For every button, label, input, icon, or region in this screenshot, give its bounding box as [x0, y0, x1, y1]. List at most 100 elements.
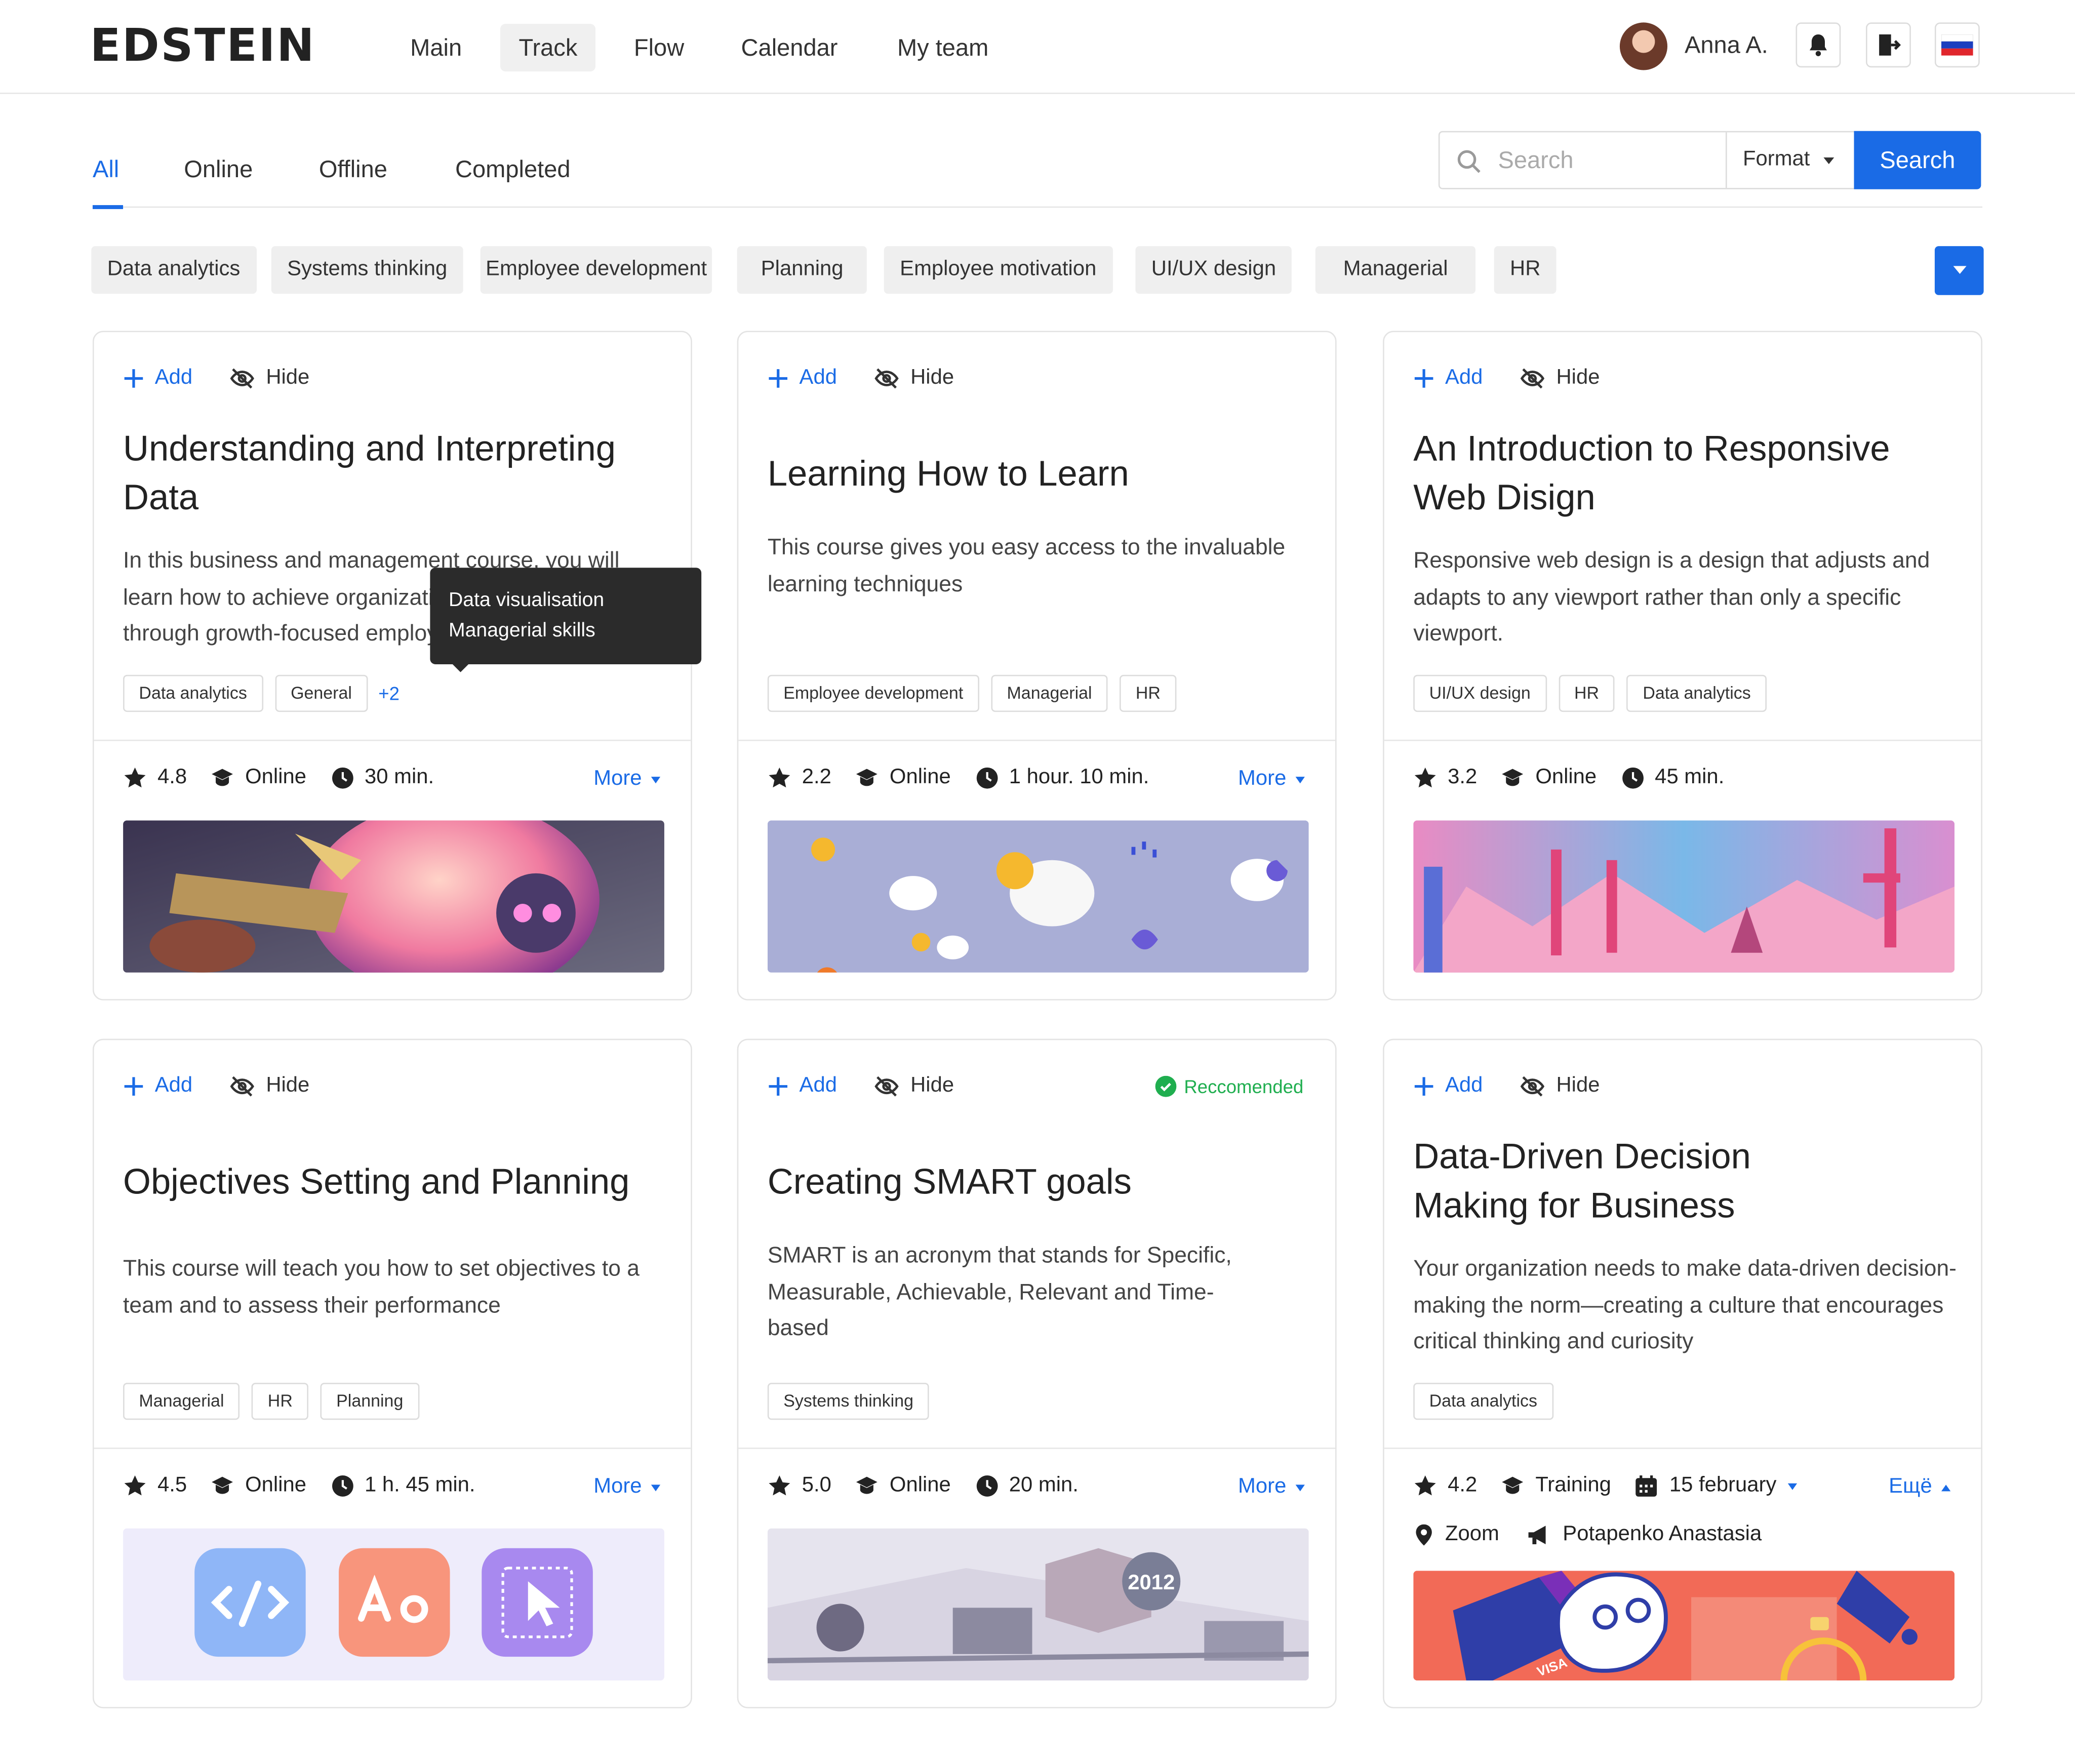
tabs-divider — [92, 206, 1983, 208]
search-button[interactable]: Search — [1854, 131, 1981, 189]
course-card[interactable]: Add Hide Understanding and Interpreting … — [92, 331, 692, 1000]
tag-list: Employee development Managerial HR — [767, 674, 1177, 712]
add-button[interactable]: Add — [123, 367, 192, 390]
course-card[interactable]: Add Hide Learning How to Learn This cour… — [737, 331, 1337, 1000]
course-description: This course gives you easy access to the… — [767, 534, 1286, 596]
card-divider — [738, 739, 1336, 741]
caret-down-icon — [1823, 157, 1834, 165]
course-title[interactable]: Data-Driven Decision Making for Business — [1413, 1133, 1850, 1230]
nav-main[interactable]: Main — [392, 24, 481, 71]
format-dropdown[interactable]: Format — [1726, 132, 1853, 188]
add-button[interactable]: Add — [768, 367, 837, 390]
hide-button[interactable]: Hide — [873, 367, 954, 390]
more-dropdown[interactable]: Ещё — [1889, 1475, 1952, 1499]
expand-filters-button[interactable] — [1934, 246, 1984, 295]
course-title[interactable]: Creating SMART goals — [768, 1158, 1310, 1207]
tooltip-line: Managerial skills — [448, 619, 595, 642]
format: Training — [1535, 1474, 1611, 1497]
tags-tooltip: Data visualisation Managerial skills — [430, 568, 702, 672]
format: Online — [889, 766, 951, 789]
filter-chip-hr[interactable]: HR — [1494, 246, 1557, 294]
more-tags-link[interactable]: +2 — [378, 683, 400, 704]
more-dropdown[interactable]: More — [1238, 1475, 1306, 1499]
location: Zoom — [1445, 1523, 1499, 1546]
add-button[interactable]: Add — [768, 1074, 837, 1098]
hide-button[interactable]: Hide — [1519, 367, 1600, 390]
star-icon — [769, 767, 790, 788]
nav-my-team[interactable]: My team — [879, 24, 1007, 71]
check-circle-icon — [1154, 1075, 1176, 1097]
plus-icon — [124, 369, 143, 388]
plus-icon — [124, 1077, 143, 1096]
more-dropdown[interactable]: More — [1238, 768, 1306, 791]
course-title[interactable]: Understanding and Interpreting Data — [123, 425, 666, 523]
tag-list: UI/UX design HR Data analytics — [1413, 674, 1767, 712]
plus-icon — [1414, 369, 1433, 388]
nav-track[interactable]: Track — [500, 24, 596, 72]
hide-button[interactable]: Hide — [1519, 1074, 1600, 1098]
course-title[interactable]: An Introduction to Responsive Web Disign — [1413, 425, 1956, 523]
filter-chip-employee-development[interactable]: Employee development — [480, 246, 712, 294]
nav-calendar[interactable]: Calendar — [723, 24, 856, 71]
tooltip-arrow — [451, 663, 470, 672]
tag[interactable]: Systems thinking — [767, 1383, 930, 1420]
more-dropdown[interactable]: More — [593, 768, 661, 791]
tag[interactable]: Employee development — [767, 674, 979, 712]
course-card[interactable]: Add Hide Reccomended Creating SMART goal… — [737, 1038, 1337, 1709]
add-button[interactable]: Add — [123, 1074, 192, 1098]
caret-down-icon — [651, 776, 661, 783]
tag[interactable]: HR — [1558, 674, 1615, 712]
hide-button[interactable]: Hide — [229, 1074, 309, 1098]
course-title[interactable]: Learning How to Learn — [768, 450, 1310, 499]
tab-offline[interactable]: Offline — [319, 156, 387, 184]
card-divider — [94, 1448, 691, 1449]
add-button[interactable]: Add — [1413, 367, 1483, 390]
tag[interactable]: Data analytics — [123, 674, 263, 712]
star-icon — [769, 1475, 790, 1496]
tag[interactable]: HR — [1120, 674, 1177, 712]
course-card[interactable]: Add Hide Data-Driven Decision Making for… — [1383, 1038, 1983, 1709]
logout-button[interactable] — [1866, 22, 1911, 68]
tag[interactable]: UI/UX design — [1413, 674, 1547, 712]
filter-chip-planning[interactable]: Planning — [737, 246, 867, 294]
tag[interactable]: Planning — [320, 1383, 419, 1420]
hide-button[interactable]: Hide — [229, 367, 309, 390]
graduation-cap-icon — [212, 769, 233, 786]
nav-flow[interactable]: Flow — [615, 24, 703, 71]
language-button[interactable] — [1934, 22, 1980, 68]
tag[interactable]: Managerial — [123, 1383, 240, 1420]
filter-chip-systems-thinking[interactable]: Systems thinking — [271, 246, 463, 294]
tag[interactable]: Data analytics — [1626, 674, 1767, 712]
course-image — [767, 820, 1309, 973]
notifications-button[interactable] — [1795, 22, 1841, 68]
caret-down-icon — [651, 1484, 661, 1491]
filter-chip-ui-ux-design[interactable]: UI/UX design — [1135, 246, 1292, 294]
course-card[interactable]: Add Hide An Introduction to Responsive W… — [1383, 331, 1983, 1000]
filter-chip-employee-motivation[interactable]: Employee motivation — [884, 246, 1112, 294]
tag[interactable]: Managerial — [991, 674, 1108, 712]
filter-chip-managerial[interactable]: Managerial — [1315, 246, 1476, 294]
tag[interactable]: General — [274, 674, 368, 712]
course-image: 2012 — [767, 1528, 1309, 1681]
user-name[interactable]: Anna A. — [1685, 32, 1768, 60]
course-description: This course will teach you how to set ob… — [123, 1256, 640, 1317]
tag[interactable]: Data analytics — [1413, 1383, 1553, 1420]
clock-icon — [976, 767, 997, 789]
tab-all[interactable]: All — [93, 156, 119, 184]
course-card[interactable]: Add Hide Objectives Setting and Planning… — [92, 1038, 692, 1709]
tab-completed[interactable]: Completed — [455, 156, 570, 184]
avatar[interactable] — [1619, 22, 1668, 70]
card-divider — [94, 739, 691, 741]
more-dropdown[interactable]: More — [593, 1475, 661, 1499]
hide-button[interactable]: Hide — [873, 1074, 954, 1098]
filter-chip-data-analytics[interactable]: Data analytics — [91, 246, 256, 294]
tab-online[interactable]: Online — [184, 156, 253, 184]
course-description: SMART is an acronym that stands for Spec… — [767, 1242, 1232, 1341]
search-input[interactable] — [1495, 145, 1712, 176]
add-button[interactable]: Add — [1413, 1074, 1483, 1098]
date-dropdown[interactable]: 15 february — [1635, 1474, 1799, 1498]
tag[interactable]: HR — [252, 1383, 309, 1420]
course-title[interactable]: Objectives Setting and Planning — [123, 1158, 679, 1207]
logo[interactable]: EDSTEIN — [90, 20, 316, 73]
course-meta: 4.8 Online 30 min. — [123, 766, 458, 790]
